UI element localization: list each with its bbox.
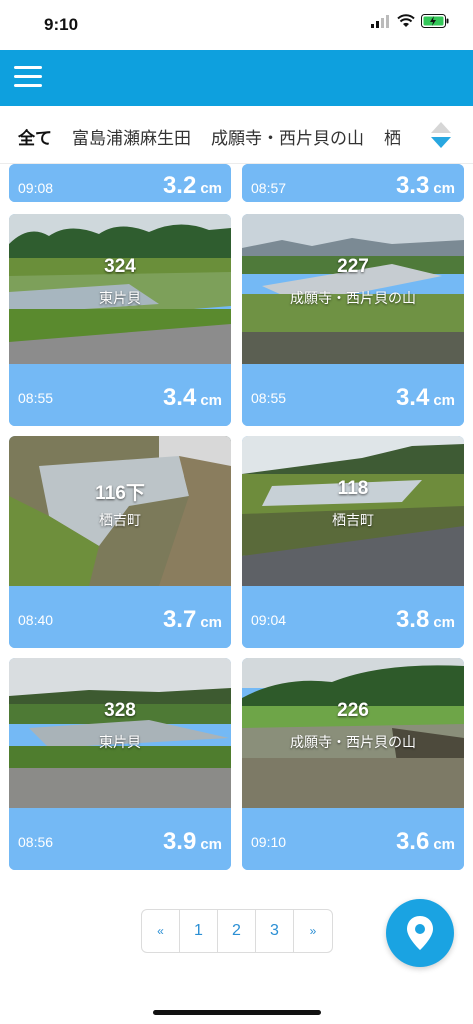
card-water-level: 3.4 cm xyxy=(162,384,222,411)
app-header xyxy=(0,50,473,106)
card-time: 09:08 xyxy=(18,180,54,196)
card-time: 08:56 xyxy=(18,834,54,850)
card-info: 08:55 3.4 cm xyxy=(242,364,464,426)
field-card[interactable]: 324 東片貝 08:55 3.4 cm xyxy=(9,214,231,426)
sort-arrows-icon[interactable] xyxy=(431,122,453,152)
page-button-1[interactable]: 1 xyxy=(180,910,218,952)
field-card[interactable]: 328 東片貝 08:56 3.9 cm xyxy=(9,658,231,870)
field-area-name: 東片貝 xyxy=(99,735,141,751)
tab-all[interactable]: 全て xyxy=(18,124,52,149)
pagination: « 1 2 3 » xyxy=(141,909,333,953)
card-water-level: 3.6 cm xyxy=(395,828,455,855)
card-info: 08:40 3.7 cm xyxy=(9,586,231,648)
card-water-level: 3.4 cm xyxy=(395,384,455,411)
field-id: 116下 xyxy=(95,483,145,504)
next-page-button[interactable]: » xyxy=(294,910,332,952)
filter-tabs-bar: 全て 富島浦瀬麻生田 成願寺・西片貝の山 栖 xyxy=(0,106,473,164)
field-photo: 118 栖吉町 xyxy=(242,436,464,586)
field-card[interactable]: 08:57 3.3 cm xyxy=(242,164,464,202)
battery-charging-icon xyxy=(421,14,449,28)
card-time: 09:10 xyxy=(251,834,287,850)
home-indicator xyxy=(153,1010,321,1015)
field-id: 118 xyxy=(337,478,369,499)
status-time: 9:10 xyxy=(44,15,79,34)
field-photo: 324 東片貝 xyxy=(9,214,231,364)
page-button-2[interactable]: 2 xyxy=(218,910,256,952)
field-card[interactable]: 116下 栖吉町 08:40 3.7 cm xyxy=(9,436,231,648)
card-water-level: 3.3 cm xyxy=(395,172,455,199)
card-time: 08:55 xyxy=(251,390,287,406)
field-area-name: 栖吉町 xyxy=(332,513,374,529)
card-info: 09:04 3.8 cm xyxy=(242,586,464,648)
status-bar: 9:10 xyxy=(0,0,473,50)
field-card[interactable]: 09:08 3.2 cm xyxy=(9,164,231,202)
prev-page-button[interactable]: « xyxy=(142,910,180,952)
field-card-grid: 09:08 3.2cm 08:57 3.3cm 324 東片貝 08:55 xyxy=(0,164,473,884)
card-info: 08:57 3.3 cm xyxy=(242,164,464,202)
card-water-level: 3.7 cm xyxy=(162,606,222,633)
card-water-level: 3.2 cm xyxy=(162,172,222,199)
hamburger-menu-icon[interactable] xyxy=(14,66,42,88)
card-info: 09:08 3.2 cm xyxy=(9,164,231,202)
field-photo: 227 成願寺・西片貝の山 xyxy=(242,214,464,364)
signal-icon xyxy=(371,15,389,28)
tab-suyoshi[interactable]: 栖 xyxy=(384,124,401,149)
page-button-3[interactable]: 3 xyxy=(256,910,294,952)
field-id: 226 xyxy=(337,700,369,721)
card-info: 09:10 3.6 cm xyxy=(242,808,464,870)
field-id: 324 xyxy=(104,256,136,277)
card-time: 08:40 xyxy=(18,612,54,628)
card-water-level: 3.8 cm xyxy=(395,606,455,633)
wifi-icon xyxy=(397,14,415,27)
card-info: 08:55 3.4 cm xyxy=(9,364,231,426)
map-fab-button[interactable] xyxy=(386,899,454,967)
field-area-name: 成願寺・西片貝の山 xyxy=(290,291,416,307)
field-photo: 116下 栖吉町 xyxy=(9,436,231,586)
card-time: 08:55 xyxy=(18,390,54,406)
tab-jouganji[interactable]: 成願寺・西片貝の山 xyxy=(211,124,364,149)
status-icons xyxy=(371,14,449,28)
card-time: 08:57 xyxy=(251,180,287,196)
field-card[interactable]: 118 栖吉町 09:04 3.8 cm xyxy=(242,436,464,648)
field-card[interactable]: 227 成願寺・西片貝の山 08:55 3.4 cm xyxy=(242,214,464,426)
map-pin-icon xyxy=(407,916,433,950)
field-id: 328 xyxy=(104,700,136,721)
field-area-name: 東片貝 xyxy=(99,291,141,307)
card-water-level: 3.9 cm xyxy=(162,828,222,855)
card-info: 08:56 3.9 cm xyxy=(9,808,231,870)
filter-tabs: 全て 富島浦瀬麻生田 成願寺・西片貝の山 栖 xyxy=(18,124,421,149)
field-card[interactable]: 226 成願寺・西片貝の山 09:10 3.6 cm xyxy=(242,658,464,870)
field-photo: 226 成願寺・西片貝の山 xyxy=(242,658,464,808)
field-id: 227 xyxy=(337,256,369,277)
field-area-name: 栖吉町 xyxy=(99,513,141,529)
tab-tomishima[interactable]: 富島浦瀬麻生田 xyxy=(72,124,191,149)
field-area-name: 成願寺・西片貝の山 xyxy=(290,735,416,751)
field-photo: 328 東片貝 xyxy=(9,658,231,808)
card-time: 09:04 xyxy=(251,612,287,628)
